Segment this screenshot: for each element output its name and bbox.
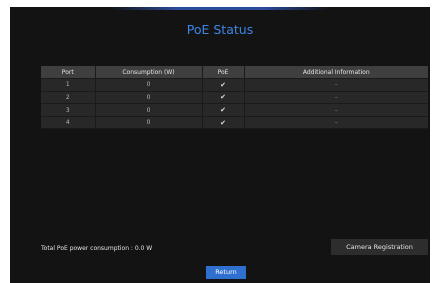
port-cell: 4 <box>41 116 96 130</box>
table-row: 3 0 ✔ – <box>41 103 428 117</box>
table-row: 2 0 ✔ – <box>41 91 428 105</box>
check-icon: ✔ <box>202 78 245 92</box>
camera-registration-button[interactable]: Camera Registration <box>331 239 428 255</box>
port-cell: 2 <box>41 91 96 105</box>
dash-icon: – <box>244 91 428 105</box>
table-row: 4 0 ✔ – <box>41 116 428 130</box>
port-cell: 1 <box>41 78 96 92</box>
total-poe-consumption: Total PoE power consumption : 0.0 W <box>41 245 153 252</box>
dash-icon: – <box>244 116 428 130</box>
return-button[interactable]: Return <box>206 266 246 279</box>
column-header-consumption: Consumption (W) <box>95 66 203 80</box>
consumption-cell: 0 <box>95 116 203 130</box>
dialog-title: PoE Status <box>186 22 254 37</box>
column-header-additional-information: Additional Information <box>244 66 428 80</box>
poe-status-dialog: PoE Status Port Consumption (W) PoE Addi… <box>10 7 430 283</box>
consumption-cell: 0 <box>95 91 203 105</box>
check-icon: ✔ <box>202 103 245 117</box>
check-icon: ✔ <box>202 116 245 130</box>
consumption-cell: 0 <box>95 103 203 117</box>
title-accent-strip <box>110 7 330 10</box>
dash-icon: – <box>244 78 428 92</box>
column-header-port: Port <box>41 66 96 80</box>
consumption-cell: 0 <box>95 78 203 92</box>
poe-status-table: Port Consumption (W) PoE Additional Info… <box>41 66 428 130</box>
check-icon: ✔ <box>202 91 245 105</box>
column-header-poe: PoE <box>202 66 245 80</box>
port-cell: 3 <box>41 103 96 117</box>
table-row: 1 0 ✔ – <box>41 78 428 92</box>
dash-icon: – <box>244 103 428 117</box>
table-header-row: Port Consumption (W) PoE Additional Info… <box>41 66 428 80</box>
